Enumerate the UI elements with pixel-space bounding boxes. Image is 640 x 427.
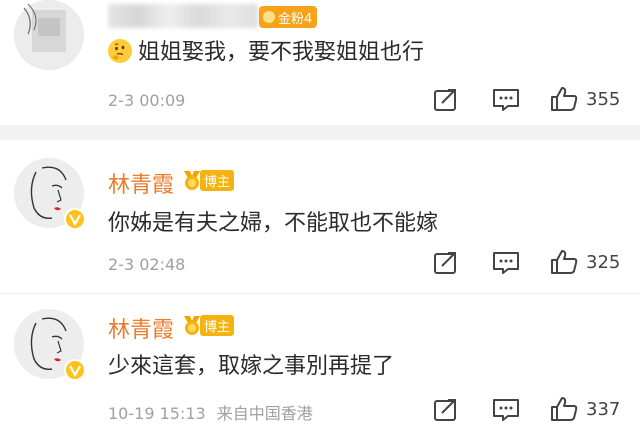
avatar[interactable] — [14, 0, 84, 70]
avatar[interactable] — [14, 158, 86, 230]
username-blurred[interactable] — [108, 4, 258, 28]
comment-source: 来自中国香港 — [216, 404, 313, 423]
like-button[interactable]: 355 — [550, 86, 620, 112]
like-icon — [551, 250, 578, 274]
verified-badge-icon — [64, 359, 86, 381]
comment-item: 林青霞 博主 少來這套，取嫁之事別再提了 10-19 15:13 来自中国香港 … — [0, 302, 640, 427]
divider — [0, 125, 640, 140]
divider — [0, 293, 640, 294]
share-icon — [434, 399, 456, 421]
like-count: 355 — [586, 88, 621, 110]
comment-text: 你姊是有夫之婦，不能取也不能嫁 — [108, 211, 439, 236]
fan-badge-label: 金粉4 — [278, 11, 313, 27]
like-icon — [551, 87, 578, 111]
comment-icon — [493, 399, 519, 421]
comment-button[interactable] — [492, 251, 520, 275]
share-icon — [434, 252, 456, 274]
comment-item: 林青霞 博主 你姊是有夫之婦，不能取也不能嫁 2-3 02:48 325 — [0, 141, 640, 287]
fan-badge-icon — [263, 11, 275, 23]
blogger-badge: 博主 — [182, 313, 235, 337]
username[interactable]: 林青霞 — [108, 167, 174, 199]
comment-item: 金粉4 姐姐娶我，要不我娶姐姐也行 2-3 00:09 355 — [0, 0, 640, 124]
like-count: 325 — [586, 251, 621, 273]
fan-badge: 金粉4 — [259, 6, 318, 28]
comment-time: 2-3 02:48 — [108, 255, 186, 274]
blogger-badge-label: 博主 — [200, 314, 235, 336]
username[interactable]: 林青霞 — [108, 312, 174, 344]
comment-button[interactable] — [492, 398, 520, 422]
like-button[interactable]: 337 — [550, 396, 620, 422]
comment-icon — [493, 252, 519, 274]
blogger-badge-label: 博主 — [200, 169, 235, 191]
comment-body: 姐姐娶我，要不我娶姐姐也行 — [138, 40, 425, 65]
comment-text: 姐姐娶我，要不我娶姐姐也行 — [108, 34, 424, 66]
comment-text: 少來這套，取嫁之事別再提了 — [108, 354, 395, 379]
avatar[interactable] — [14, 309, 86, 381]
avatar-image — [15, 1, 83, 69]
comment-icon — [493, 89, 519, 111]
blogger-badge: 博主 — [182, 168, 235, 192]
share-icon — [434, 89, 456, 111]
like-count: 337 — [586, 398, 621, 420]
share-button[interactable] — [433, 88, 459, 112]
comment-button[interactable] — [492, 88, 520, 112]
medal-icon — [184, 316, 200, 335]
share-button[interactable] — [433, 251, 459, 275]
like-icon — [551, 397, 578, 421]
comment-time: 2-3 00:09 — [108, 91, 186, 110]
share-button[interactable] — [433, 398, 459, 422]
comment-meta: 10-19 15:13 来自中国香港 — [108, 400, 313, 424]
thinking-face-emoji-icon — [108, 39, 132, 63]
medal-icon — [184, 171, 200, 190]
verified-badge-icon — [64, 208, 86, 230]
like-button[interactable]: 325 — [550, 249, 620, 275]
comment-time: 10-19 15:13 — [108, 404, 206, 423]
